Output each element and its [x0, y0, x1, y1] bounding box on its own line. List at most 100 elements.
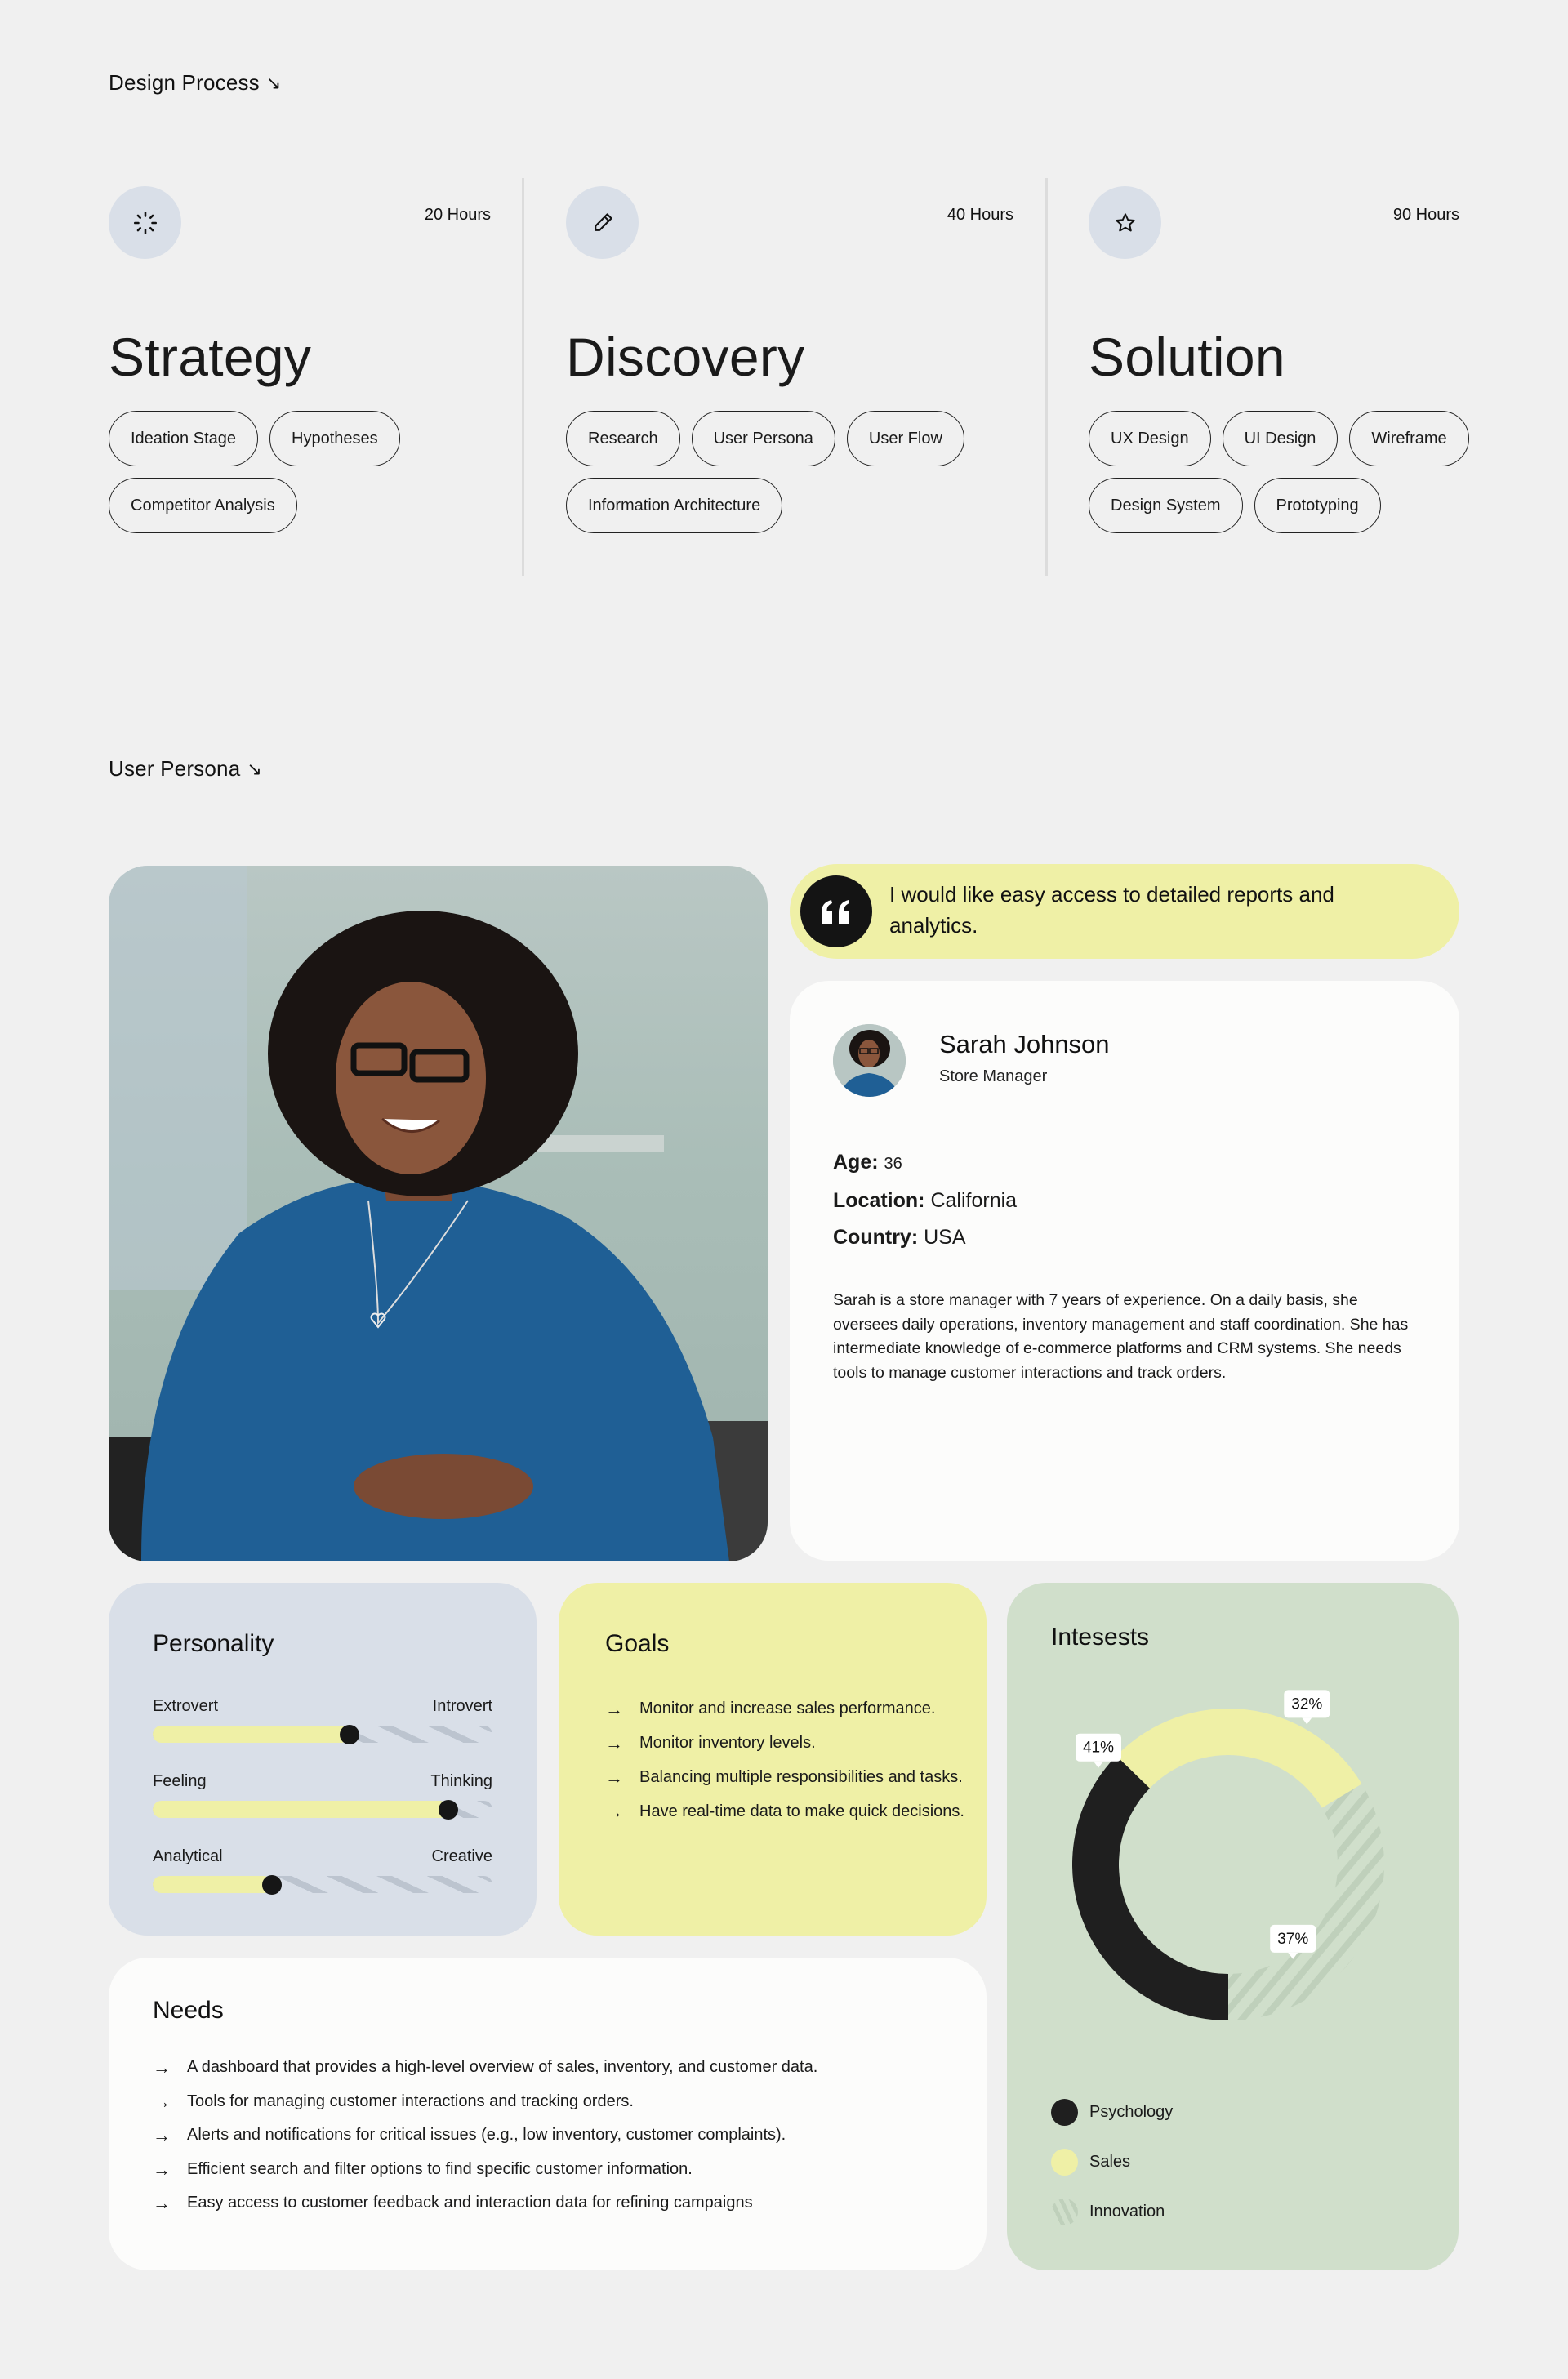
tag-chip[interactable]: Design System [1089, 478, 1243, 533]
card-title: Personality [153, 1630, 274, 1657]
trait-slider-knob[interactable] [340, 1724, 360, 1744]
list-item: → Monitor and increase sales performance. [605, 1697, 964, 1721]
list-item: → Easy access to customer feedback and in… [153, 2191, 969, 2215]
list-item: → Balancing multiple responsibilities and… [605, 1766, 964, 1789]
trait-slider-track [153, 1726, 492, 1743]
tag-chip[interactable]: Research [566, 411, 680, 466]
profile-card: Sarah Johnson Store Manager Age: 36 Loca… [790, 981, 1459, 1561]
goal-text: Balancing multiple responsibilities and … [639, 1768, 963, 1786]
list-item: → A dashboard that provides a high-level … [153, 2056, 969, 2079]
stage-hours: 40 Hours [947, 206, 1013, 224]
trait-slider-fill [153, 1876, 272, 1893]
section-title: User Persona [109, 756, 241, 781]
data-label-text: 32% [1291, 1695, 1322, 1713]
donut-slice-psychology [1072, 1755, 1228, 2020]
persona-photo [109, 866, 768, 1561]
list-item: → Alerts and notifications for critical i… [153, 2123, 969, 2147]
arrow-right-icon: → [605, 1733, 623, 1753]
need-text: A dashboard that provides a high-level o… [187, 2058, 818, 2076]
trait-left-label: Extrovert [153, 1697, 219, 1715]
user-persona-heading: User Persona ↘ [109, 756, 262, 782]
trait-slider-knob[interactable] [438, 1799, 458, 1820]
list-item: → Have real-time data to make quick decis… [605, 1800, 964, 1824]
fact-label: Country: [833, 1226, 919, 1249]
fact-value: California [930, 1189, 1018, 1212]
star-icon [1089, 186, 1161, 259]
pencil-icon [566, 186, 639, 259]
design-process-heading: Design Process ↘ [109, 70, 282, 96]
fact-age: Age: 36 [833, 1144, 1017, 1183]
need-text: Tools for managing customer interactions… [187, 2092, 634, 2110]
tag-chip[interactable]: User Persona [691, 411, 835, 466]
interests-card: Intesests 41% 32% 37% Psychology Sales Inn… [1007, 1583, 1459, 2270]
stage-solution: 90 Hours Solution UX Design UI Design Wi… [1089, 186, 1469, 578]
need-text: Easy access to customer feedback and int… [187, 2194, 753, 2212]
section-title: Design Process [109, 70, 260, 95]
tag-list: UX Design UI Design Wireframe Design Sys… [1089, 411, 1481, 533]
arrow-right-icon: → [605, 1767, 623, 1788]
arrow-right-icon: → [153, 2057, 171, 2078]
trait-slider-knob[interactable] [261, 1874, 282, 1895]
legend-label: Sales [1089, 2152, 1131, 2171]
fact-value: USA [924, 1226, 966, 1249]
tag-chip[interactable]: Wireframe [1349, 411, 1469, 466]
tag-chip[interactable]: UI Design [1222, 411, 1339, 466]
stage-hours: 90 Hours [1392, 206, 1459, 224]
interests-donut-chart: 41% 32% 37% [1072, 1690, 1384, 2020]
trait-slider-track [153, 1876, 492, 1893]
arrow-right-icon: → [605, 1699, 623, 1719]
goal-text: Have real-time data to make quick decisi… [639, 1802, 964, 1820]
arrow-down-right-icon: ↘ [247, 758, 262, 779]
persona-bio: Sarah is a store manager with 7 years of… [833, 1291, 1409, 1382]
stage-strategy: 20 Hours Strategy Ideation Stage Hypothe… [109, 186, 491, 578]
list-item: → Monitor inventory levels. [605, 1731, 964, 1755]
stage-title: Strategy [109, 327, 312, 387]
need-text: Alerts and notifications for critical is… [187, 2126, 786, 2144]
arrow-right-icon: → [153, 2193, 171, 2213]
trait-extrovert-introvert: Extrovert Introvert [153, 1697, 492, 1744]
goals-card: Goals → Monitor and increase sales perfor… [559, 1583, 987, 1936]
list-item: → Tools for managing customer interaction… [153, 2090, 969, 2114]
tag-chip[interactable]: Hypotheses [270, 411, 400, 466]
tag-chip[interactable]: UX Design [1089, 411, 1211, 466]
quote-icon [800, 875, 872, 947]
legend-item: Psychology [1051, 2098, 1173, 2126]
persona-quote: I would like easy access to detailed rep… [790, 864, 1459, 959]
trait-right-label: Creative [431, 1847, 492, 1865]
data-label: 32% [1284, 1690, 1330, 1725]
arrow-right-icon: → [153, 2125, 171, 2145]
trait-feeling-thinking: Feeling Thinking [153, 1772, 492, 1820]
donut-slice-innovation [1228, 1784, 1384, 2020]
fact-value: 36 [884, 1155, 902, 1173]
persona-name: Sarah Johnson [939, 1030, 1110, 1058]
fact-label: Location: [833, 1189, 925, 1212]
stage-hours: 20 Hours [424, 206, 491, 224]
arrow-right-icon: → [605, 1802, 623, 1822]
need-text: Efficient search and filter options to f… [187, 2159, 693, 2178]
fact-location: Location: California [833, 1183, 1017, 1219]
fact-country: Country: USA [833, 1219, 1017, 1256]
loader-icon [109, 186, 181, 259]
persona-role: Store Manager [939, 1067, 1048, 1085]
donut-slice-sales [1116, 1709, 1362, 1808]
tag-chip[interactable]: Information Architecture [566, 478, 783, 533]
data-label-text: 37% [1277, 1931, 1308, 1948]
personality-card: Personality Extrovert Introvert Feeling Th… [109, 1583, 537, 1936]
avatar [833, 1024, 906, 1097]
legend-label: Innovation [1089, 2202, 1165, 2221]
stage-discovery: 40 Hours Discovery Research User Persona… [566, 186, 1013, 578]
tag-chip[interactable]: User Flow [846, 411, 964, 466]
arrow-right-icon: → [153, 2158, 171, 2180]
trait-left-label: Analytical [153, 1847, 223, 1865]
divider [1045, 178, 1048, 576]
card-title: Goals [605, 1630, 670, 1657]
tag-chip[interactable]: Competitor Analysis [109, 478, 297, 533]
goal-text: Monitor inventory levels. [639, 1734, 816, 1752]
persona-facts: Age: 36 Location: California Country: US… [833, 1144, 1017, 1256]
trait-right-label: Thinking [430, 1772, 492, 1790]
stage-title: Discovery [566, 327, 805, 387]
tag-chip[interactable]: Ideation Stage [109, 411, 258, 466]
divider [522, 178, 524, 576]
tag-chip[interactable]: Prototyping [1254, 478, 1381, 533]
trait-right-label: Introvert [432, 1697, 492, 1715]
